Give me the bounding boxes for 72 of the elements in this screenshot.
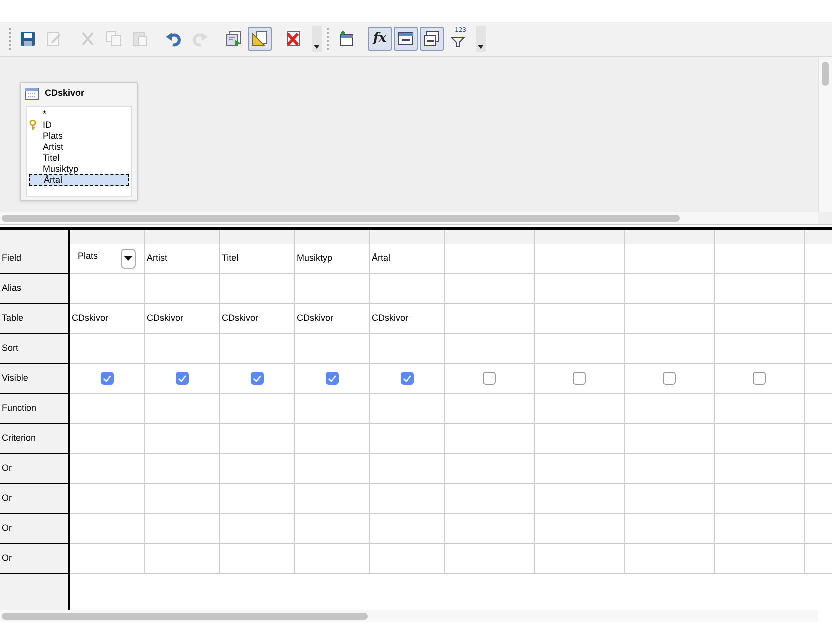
row-label: Field	[0, 244, 70, 274]
table-window-icon	[397, 30, 415, 48]
row-header-blank	[0, 574, 70, 610]
horizontal-scrollbar[interactable]	[0, 610, 818, 622]
row-label: Or	[0, 454, 70, 484]
row-label: Or	[0, 484, 70, 514]
table-cell[interactable]: CDskivor	[295, 304, 370, 334]
save-icon	[19, 30, 37, 48]
scrollbar-thumb[interactable]	[2, 613, 368, 620]
field-list-item[interactable]: Artist	[43, 142, 64, 152]
field-list-item[interactable]: Årtal	[29, 174, 129, 186]
field-cell[interactable]	[445, 244, 535, 274]
row-label: Sort	[0, 334, 70, 364]
field-cell[interactable]	[535, 244, 625, 274]
set-square-document-icon	[251, 30, 269, 48]
undo-icon	[165, 30, 183, 48]
table-cell[interactable]: CDskivor	[220, 304, 295, 334]
row-label: Table	[0, 304, 70, 334]
visible-checkbox[interactable]	[326, 372, 338, 385]
caret-icon	[124, 256, 133, 261]
scrollbar-thumb[interactable]	[2, 215, 680, 222]
set-square-document-button[interactable]	[248, 27, 272, 51]
crossed-document-icon	[285, 30, 303, 48]
field-list-item[interactable]: Plats	[43, 130, 64, 142]
toolbar-overflow-button[interactable]	[312, 26, 322, 52]
field-cell[interactable]: Årtal	[370, 244, 445, 274]
dropdown-button[interactable]	[121, 248, 136, 268]
toolbar-overflow-button[interactable]	[476, 26, 486, 52]
scrollbar-thumb[interactable]	[822, 62, 829, 86]
visible-checkbox[interactable]	[663, 372, 676, 385]
caret-icon	[314, 45, 320, 49]
field-list-item[interactable]: *	[43, 108, 47, 120]
table-icon	[25, 88, 39, 100]
visible-checkbox[interactable]	[176, 372, 188, 385]
table-cell[interactable]: CDskivor	[370, 304, 445, 334]
row-label: Visible	[0, 364, 70, 394]
table-cell[interactable]: CDskivor	[70, 304, 145, 334]
caret-icon	[478, 45, 484, 49]
visible-checkbox[interactable]	[483, 372, 496, 385]
function-button[interactable]: fx	[368, 27, 392, 51]
field-cell[interactable]: Musiktyp	[295, 244, 370, 274]
row-label: Or	[0, 544, 70, 574]
stacked-windows-button[interactable]	[420, 27, 444, 51]
table-cell[interactable]: CDskivor	[145, 304, 220, 334]
horizontal-scrollbar[interactable]	[0, 212, 818, 224]
visible-checkbox[interactable]	[400, 372, 414, 385]
pencil-document-icon	[45, 30, 63, 48]
clipboard-icon	[131, 30, 149, 48]
visible-checkbox[interactable]	[573, 372, 586, 385]
field-cell[interactable]	[625, 244, 715, 274]
table-title: CDskivor	[45, 87, 85, 100]
documents-icon	[225, 30, 243, 48]
row-label: Criterion	[0, 424, 70, 454]
visible-checkbox[interactable]	[100, 372, 114, 385]
field-cell[interactable]: Artist	[145, 244, 220, 274]
field-list-item[interactable]: Titel	[43, 152, 60, 164]
vertical-scrollbar[interactable]	[818, 57, 832, 212]
row-label: Function	[0, 394, 70, 424]
table-window[interactable]: CDskivor * ID Plats Artist Titel Musiktyp Årtal	[20, 82, 138, 201]
field-name-text: Plats	[78, 250, 98, 263]
visible-checkbox[interactable]	[753, 372, 766, 385]
stacked-windows-icon	[423, 30, 441, 48]
visible-checkbox[interactable]	[250, 372, 264, 385]
filter-icon	[451, 37, 465, 47]
field-list-item[interactable]: ID	[43, 120, 52, 130]
copy-icon	[105, 30, 123, 48]
table-window-button[interactable]	[394, 27, 418, 51]
row-label: Or	[0, 514, 70, 544]
field-cell[interactable]	[715, 244, 805, 274]
field-cell[interactable]: Titel	[220, 244, 295, 274]
field-list-item[interactable]: Musiktyp	[43, 164, 79, 174]
row-label: Alias	[0, 274, 70, 304]
